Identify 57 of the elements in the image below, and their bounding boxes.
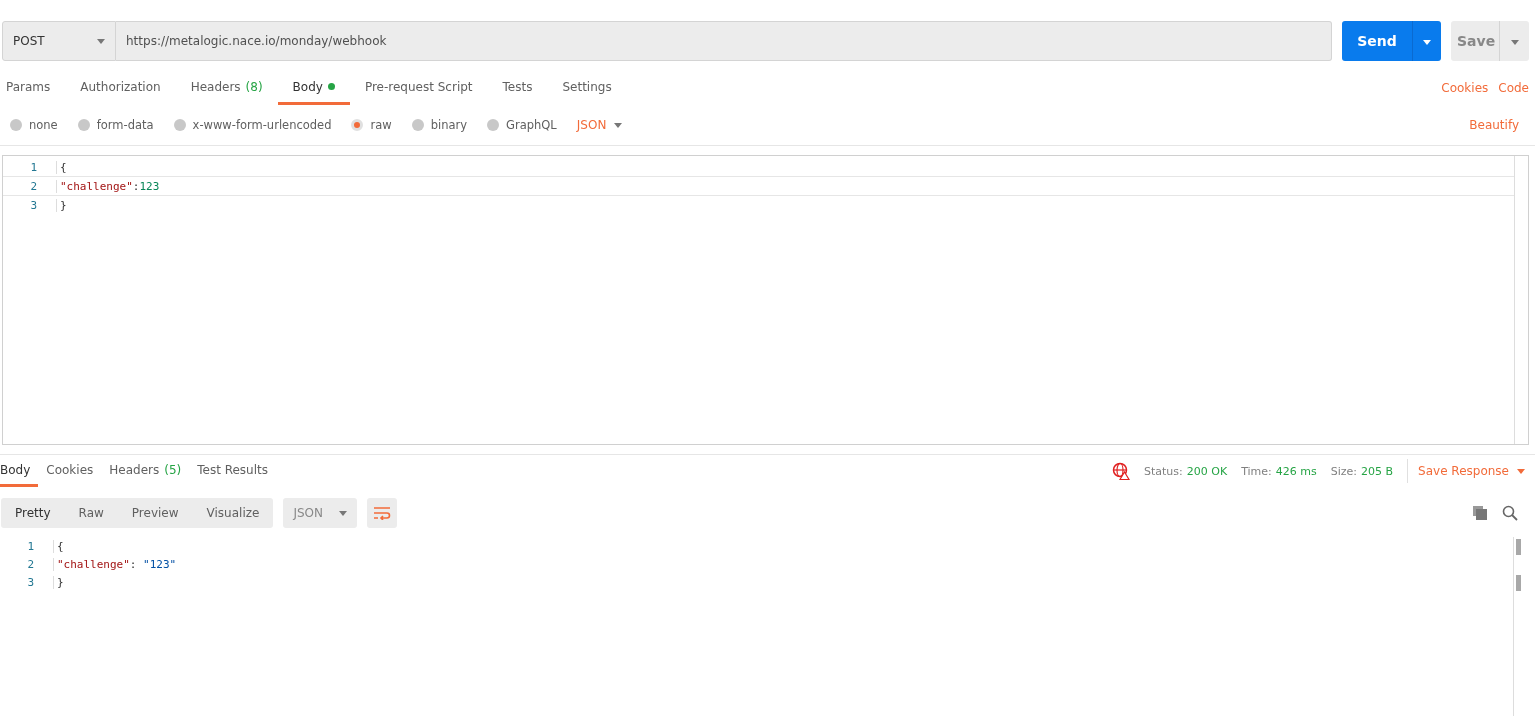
view-mode-tab[interactable]: Preview bbox=[117, 498, 193, 528]
request-tab[interactable]: Params bbox=[0, 71, 66, 105]
request-tab[interactable]: Settings bbox=[547, 71, 627, 105]
view-mode-tab[interactable]: Pretty bbox=[1, 498, 65, 528]
body-type-radio[interactable]: none bbox=[10, 118, 58, 132]
response-tab[interactable]: Cookies bbox=[38, 455, 102, 487]
request-tab[interactable]: Tests bbox=[487, 71, 548, 105]
line-number: 2 bbox=[26, 557, 35, 571]
copy-icon[interactable] bbox=[1472, 505, 1488, 521]
request-tab[interactable]: Pre-request Script bbox=[349, 71, 488, 105]
caret-icon bbox=[1423, 40, 1431, 45]
caret-icon bbox=[1510, 40, 1519, 45]
line-number: 3 bbox=[26, 575, 35, 589]
globe-warning-icon bbox=[1112, 462, 1130, 480]
body-type-radio[interactable]: raw bbox=[351, 118, 392, 132]
stat-label: Time: bbox=[1241, 464, 1272, 478]
response-tab[interactable]: Test Results bbox=[189, 455, 276, 487]
code-line: { bbox=[53, 539, 64, 553]
view-mode-tab[interactable]: Raw bbox=[64, 498, 118, 528]
line-number: 2 bbox=[29, 179, 38, 193]
wrap-lines-button[interactable] bbox=[367, 498, 398, 528]
body-type-radio[interactable]: GraphQL bbox=[487, 118, 557, 132]
code-line: { bbox=[56, 160, 67, 174]
stat-value: 205 B bbox=[1361, 464, 1394, 478]
method-dropdown[interactable]: POST bbox=[2, 21, 116, 61]
body-type-radio[interactable]: form-data bbox=[77, 118, 154, 132]
code-editor[interactable]: 1 { 2 "challenge":123 3 } bbox=[2, 155, 1529, 445]
url-field[interactable]: https://metalogic.nace.io/monday/webhook bbox=[116, 21, 1332, 61]
code-line: } bbox=[56, 198, 67, 212]
line-number: 3 bbox=[29, 198, 38, 212]
stat-value: 426 ms bbox=[1275, 464, 1317, 478]
code-line: } bbox=[53, 575, 64, 589]
wrap-lines-icon bbox=[373, 506, 392, 520]
stat-label: Status: bbox=[1144, 464, 1183, 478]
body-type-radio[interactable]: binary bbox=[411, 118, 468, 132]
line-number: 1 bbox=[29, 160, 38, 174]
request-tab[interactable]: Headers (8) bbox=[175, 71, 278, 105]
count-label: (5) bbox=[164, 462, 182, 477]
search-icon[interactable] bbox=[1502, 505, 1518, 521]
request-tab[interactable]: Body bbox=[277, 71, 350, 105]
scrollbar-thumb[interactable] bbox=[1516, 539, 1521, 555]
scrollbar-thumb[interactable] bbox=[1516, 575, 1521, 591]
caret-icon bbox=[97, 38, 105, 44]
line-number: 1 bbox=[26, 539, 35, 553]
body-type-radio[interactable]: x-www-form-urlencoded bbox=[173, 118, 332, 132]
count-label: (8) bbox=[245, 79, 263, 94]
stat-value: 200 OK bbox=[1186, 464, 1228, 478]
request-tab[interactable]: Authorization bbox=[65, 71, 176, 105]
caret-icon bbox=[614, 122, 623, 128]
code-line: "challenge": "123" bbox=[53, 557, 177, 571]
stat-label: Size: bbox=[1330, 464, 1358, 478]
response-tab[interactable]: Headers (5) bbox=[101, 455, 190, 487]
caret-icon bbox=[1517, 468, 1525, 474]
code-line: "challenge":123 bbox=[56, 179, 160, 193]
response-tab[interactable]: Body bbox=[0, 455, 39, 487]
caret-icon bbox=[339, 510, 348, 516]
view-mode-tab[interactable]: Visualize bbox=[192, 498, 274, 528]
